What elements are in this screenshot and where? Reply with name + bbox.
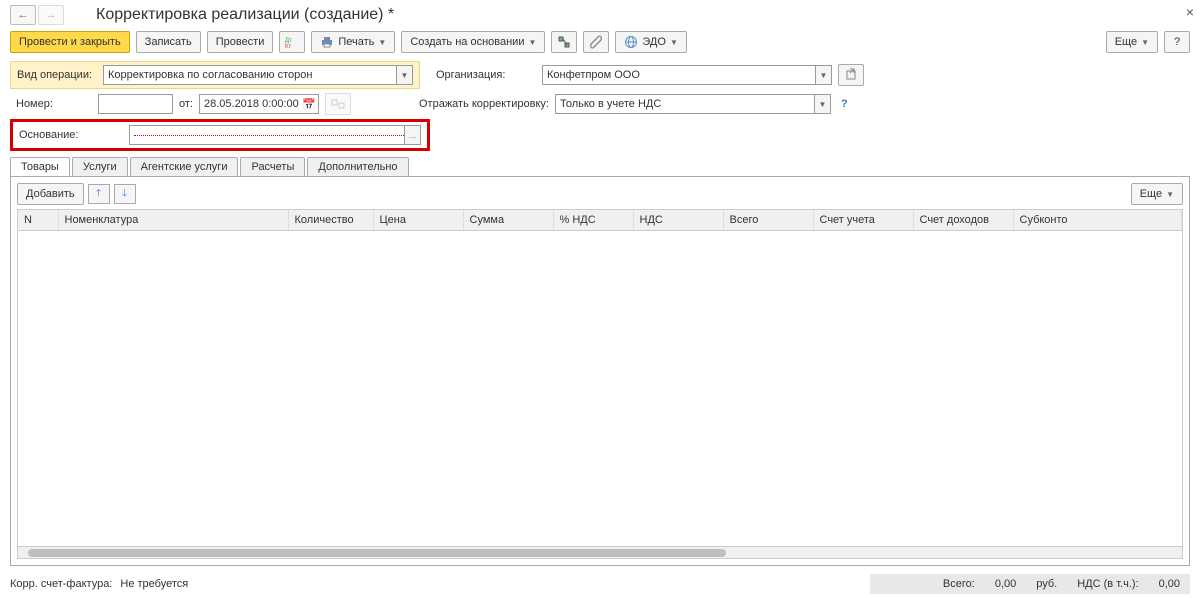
related-docs-icon: [557, 35, 571, 49]
edo-label: ЭДО: [642, 36, 666, 48]
reflect-label: Отражать корректировку:: [419, 98, 549, 110]
org-open-button[interactable]: [838, 64, 864, 86]
col-vat-pct[interactable]: % НДС: [553, 210, 633, 231]
col-total[interactable]: Всего: [723, 210, 813, 231]
total-value: 0,00: [995, 578, 1016, 590]
basis-input[interactable]: …: [129, 125, 421, 145]
chevron-down-icon[interactable]: ▼: [815, 66, 831, 84]
arrow-down-icon: 🡓: [122, 186, 127, 203]
operation-type-value: Корректировка по согласованию сторон: [108, 69, 312, 81]
operation-type-label: Вид операции:: [17, 69, 99, 81]
grid-table: N Номенклатура Количество Цена Сумма % Н…: [18, 210, 1182, 231]
scrollbar-thumb[interactable]: [28, 549, 726, 557]
create-based-button[interactable]: Создать на основании▼: [401, 31, 545, 53]
total-label: Всего:: [943, 578, 975, 590]
corr-invoice-label: Корр. счет-фактура:: [10, 578, 112, 590]
footer: Корр. счет-фактура: Не требуется Всего: …: [10, 574, 1190, 594]
dt-kt-button[interactable]: ДтКт: [279, 31, 305, 53]
more-label: Еще: [1115, 36, 1137, 48]
tab-settlements[interactable]: Расчеты: [240, 157, 305, 176]
globe-icon: [624, 35, 638, 49]
close-icon[interactable]: ×: [1186, 4, 1194, 20]
basis-label: Основание:: [19, 129, 129, 141]
chevron-down-icon[interactable]: ▼: [814, 95, 830, 113]
tab-agent[interactable]: Агентские услуги: [130, 157, 239, 176]
add-row-button[interactable]: Добавить: [17, 183, 84, 205]
number-input[interactable]: [98, 94, 173, 114]
org-value: Конфетпром ООО: [547, 69, 640, 81]
date-value: 28.05.2018 0:00:00: [204, 98, 299, 110]
tab-body: Добавить 🡑 🡓 Еще▼ N Номенклатура Количес…: [10, 176, 1190, 566]
help-link[interactable]: ?: [841, 98, 848, 110]
date-extra-button[interactable]: [325, 93, 351, 115]
page-title: Корректировка реализации (создание) *: [96, 6, 394, 24]
col-price[interactable]: Цена: [373, 210, 463, 231]
col-account[interactable]: Счет учета: [813, 210, 913, 231]
related-docs-button[interactable]: [551, 31, 577, 53]
reflect-value: Только в учете НДС: [560, 98, 661, 110]
tab-goods[interactable]: Товары: [10, 157, 70, 176]
data-grid[interactable]: N Номенклатура Количество Цена Сумма % Н…: [17, 209, 1183, 559]
post-and-close-button[interactable]: Провести и закрыть: [10, 31, 130, 53]
basis-highlight: Основание: …: [10, 119, 430, 151]
titlebar: ← → Корректировка реализации (создание) …: [10, 5, 1190, 25]
arrow-up-icon: 🡑: [96, 186, 101, 203]
totals-bar: Всего: 0,00 руб. НДС (в т.ч.): 0,00: [870, 574, 1190, 594]
col-income-account[interactable]: Счет доходов: [913, 210, 1013, 231]
col-sum[interactable]: Сумма: [463, 210, 553, 231]
grid-more-label: Еще: [1140, 188, 1162, 200]
operation-type-field: Вид операции: Корректировка по согласова…: [10, 61, 420, 89]
debit-credit-icon: ДтКт: [285, 35, 299, 49]
paperclip-icon: [589, 35, 603, 49]
from-label: от:: [179, 98, 193, 110]
main-toolbar: Провести и закрыть Записать Провести ДтК…: [10, 31, 1190, 53]
horizontal-scrollbar[interactable]: [18, 546, 1182, 558]
col-vat[interactable]: НДС: [633, 210, 723, 231]
write-button[interactable]: Записать: [136, 31, 201, 53]
help-button[interactable]: ?: [1164, 31, 1190, 53]
edo-button[interactable]: ЭДО▼: [615, 31, 686, 53]
move-up-button[interactable]: 🡑: [88, 184, 110, 204]
reflect-select[interactable]: Только в учете НДС ▼: [555, 94, 831, 114]
org-label: Организация:: [436, 69, 536, 81]
nav-forward-button[interactable]: →: [38, 5, 64, 25]
print-label: Печать: [338, 36, 374, 48]
svg-text:Кт: Кт: [285, 44, 291, 49]
corr-invoice-value: Не требуется: [120, 578, 188, 590]
operation-type-select[interactable]: Корректировка по согласованию сторон ▼: [103, 65, 413, 85]
nav-back-button[interactable]: ←: [10, 5, 36, 25]
col-qty[interactable]: Количество: [288, 210, 373, 231]
col-nomenclature[interactable]: Номенклатура: [58, 210, 288, 231]
app-root: ← → Корректировка реализации (создание) …: [0, 0, 1200, 598]
col-subconto[interactable]: Субконто: [1013, 210, 1182, 231]
post-button[interactable]: Провести: [207, 31, 274, 53]
open-icon: [844, 68, 858, 82]
date-input[interactable]: 28.05.2018 0:00:00 📅: [199, 94, 319, 114]
org-select[interactable]: Конфетпром ООО ▼: [542, 65, 832, 85]
col-n[interactable]: N: [18, 210, 58, 231]
print-button[interactable]: Печать ▼: [311, 31, 395, 53]
calendar-range-icon: [331, 97, 345, 111]
tab-additional[interactable]: Дополнительно: [307, 157, 408, 176]
ellipsis-button[interactable]: …: [404, 126, 420, 144]
tabs: Товары Услуги Агентские услуги Расчеты Д…: [10, 157, 1190, 176]
create-based-label: Создать на основании: [410, 36, 524, 48]
total-currency: руб.: [1036, 578, 1057, 590]
calendar-icon[interactable]: 📅: [302, 98, 316, 111]
form-area: Вид операции: Корректировка по согласова…: [10, 61, 1190, 151]
attach-button[interactable]: [583, 31, 609, 53]
number-label: Номер:: [10, 98, 92, 110]
basis-underline: [134, 134, 404, 136]
tab-services[interactable]: Услуги: [72, 157, 128, 176]
vat-value: 0,00: [1159, 578, 1180, 590]
printer-icon: [320, 35, 334, 49]
more-button[interactable]: Еще▼: [1106, 31, 1158, 53]
vat-label: НДС (в т.ч.):: [1077, 578, 1138, 590]
move-down-button[interactable]: 🡓: [114, 184, 136, 204]
grid-toolbar: Добавить 🡑 🡓 Еще▼: [17, 183, 1183, 205]
chevron-down-icon[interactable]: ▼: [396, 66, 412, 84]
grid-more-button[interactable]: Еще▼: [1131, 183, 1183, 205]
